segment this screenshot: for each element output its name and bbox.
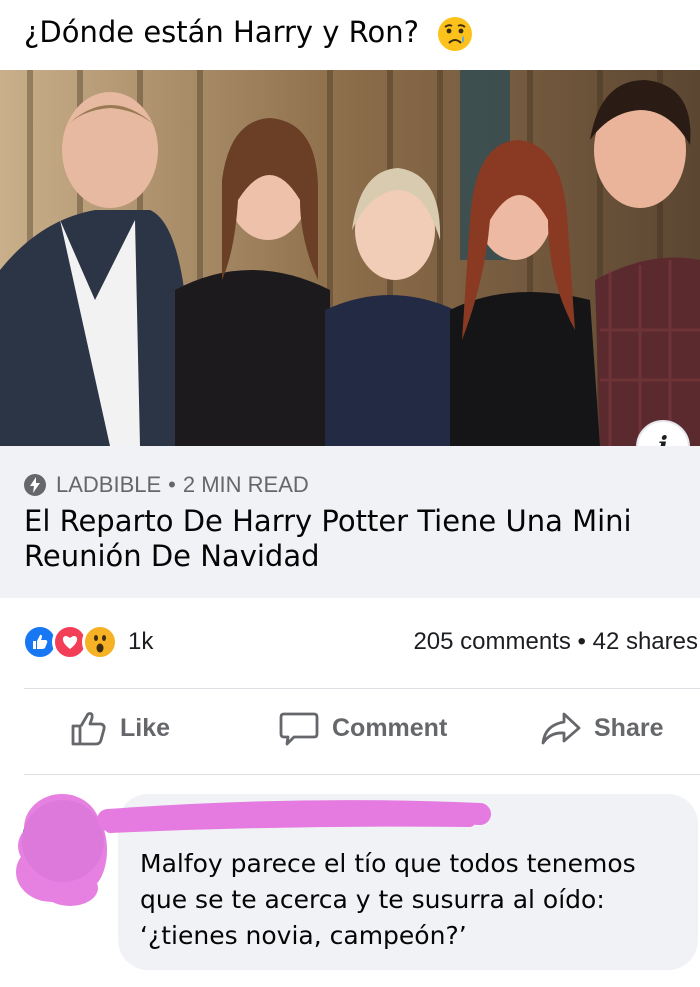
- thumbs-up-icon: [71, 712, 106, 746]
- share-label: Share: [594, 713, 664, 742]
- commenter-avatar[interactable]: [22, 800, 104, 882]
- wow-reaction-icon: [82, 624, 118, 660]
- like-label: Like: [120, 713, 171, 742]
- source-name: LADBIBLE: [56, 472, 162, 497]
- comment-text: Malfoy parece el tío que todos tenemos q…: [140, 849, 636, 950]
- group-photo-image: [0, 70, 700, 446]
- comment-section: Malfoy parece el tío que todos tenemos q…: [0, 776, 700, 987]
- engagement-stats: 205 comments • 42 shares: [413, 628, 698, 656]
- share-button[interactable]: Share: [540, 708, 663, 748]
- comment-bubble[interactable]: Malfoy parece el tío que todos tenemos q…: [118, 794, 698, 970]
- shares-count[interactable]: 42 shares: [593, 628, 698, 655]
- comment-bubble-icon: [279, 712, 319, 746]
- post-caption-text: ¿Dónde están Harry y Ron?: [24, 15, 420, 49]
- comments-count[interactable]: 205 comments: [413, 628, 570, 655]
- share-arrow-icon: [541, 712, 581, 745]
- link-preview-card[interactable]: LADBIBLE • 2 MIN READ El Reparto De Harr…: [0, 446, 700, 598]
- engagement-separator: •: [577, 628, 586, 655]
- post-photo[interactable]: [0, 70, 700, 446]
- read-time: 2 MIN READ: [182, 472, 309, 497]
- post-caption: ¿Dónde están Harry y Ron?: [24, 14, 473, 52]
- reactions-summary: 1k 205 comments • 42 shares: [0, 598, 700, 688]
- reaction-icons[interactable]: [22, 624, 118, 660]
- comment-label: Comment: [332, 713, 448, 742]
- reaction-count[interactable]: 1k: [128, 628, 153, 656]
- crying-face-emoji-icon: [437, 16, 473, 52]
- link-headline[interactable]: El Reparto De Harry Potter Tiene Una Min…: [24, 504, 664, 574]
- instant-article-bolt-icon: [24, 474, 46, 496]
- link-source: LADBIBLE • 2 MIN READ: [24, 472, 309, 498]
- divider-bottom: [24, 774, 700, 775]
- comment-button[interactable]: Comment: [278, 708, 447, 748]
- divider-top: [24, 688, 700, 689]
- post-actions: Like Comment Share: [0, 690, 700, 774]
- source-separator: •: [168, 472, 176, 497]
- like-button[interactable]: Like: [68, 708, 170, 748]
